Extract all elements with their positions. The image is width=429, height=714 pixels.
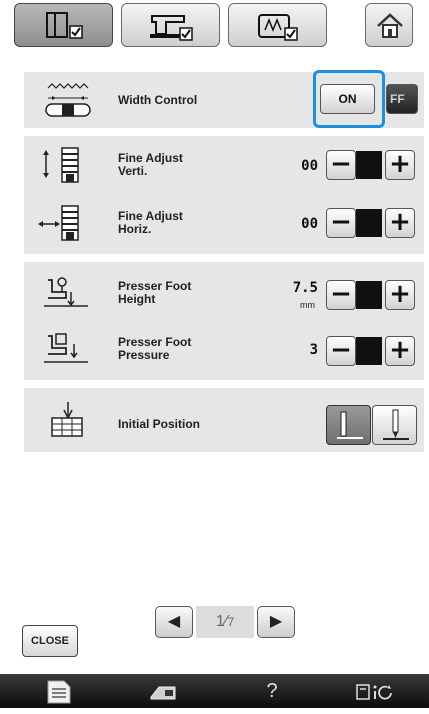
presser-foot-height-unit: mm [300, 300, 315, 310]
presser-foot-pressure-value: 3 [309, 342, 318, 358]
home-icon [377, 13, 403, 38]
presser-foot-height-icon [44, 277, 88, 307]
fine-adjust-vert-minus-button[interactable]: − [326, 150, 356, 180]
home-button[interactable] [365, 3, 413, 47]
presser-foot-pressure-minus-button[interactable]: − [326, 336, 356, 366]
stepper-divider [356, 337, 382, 365]
horizontal-adjust-icon [38, 205, 79, 241]
fine-adjust-horiz-label: Fine Adjust Horiz. [118, 210, 183, 236]
width-control-label: Width Control [118, 93, 198, 107]
width-control-off-button[interactable]: FF [386, 84, 418, 114]
stepper-divider [356, 209, 382, 237]
needle-up-icon [337, 411, 363, 439]
presser-foot-height-minus-button[interactable]: − [326, 280, 356, 310]
stepper-divider [356, 281, 382, 309]
document-icon [47, 680, 71, 704]
initial-position-up-button[interactable] [326, 405, 371, 445]
presser-foot-icon [150, 686, 176, 700]
machine-settings-icon [46, 12, 83, 39]
presser-foot-height-label: Presser Foot Height [118, 280, 191, 306]
presser-foot-height-value: 7.5 [292, 280, 318, 296]
page-indicator: 1⁄7 [196, 606, 254, 638]
fine-adjust-horiz-value: 00 [301, 216, 318, 232]
fine-adjust-horiz-label-line2: Horiz. [118, 222, 152, 236]
manual-button[interactable] [8, 677, 108, 706]
fine-adjust-vert-value: 00 [301, 158, 318, 174]
pattern-info-icon [356, 684, 392, 700]
bottom-bar: ? [0, 674, 429, 708]
fine-adjust-vert-label: Fine Adjust Verti. [118, 152, 183, 178]
close-button[interactable]: CLOSE [22, 625, 78, 657]
vertical-adjust-icon [43, 147, 79, 183]
fine-adjust-horiz-minus-button[interactable]: − [326, 208, 356, 238]
next-page-button[interactable]: ▶ [257, 606, 295, 638]
page-total: 7 [227, 615, 235, 629]
embroidery-frame-icon [258, 14, 298, 41]
initial-position-label: Initial Position [118, 417, 201, 431]
help-button[interactable]: ? [222, 677, 322, 706]
page-current: 1 [215, 613, 225, 630]
fine-adjust-horiz-plus-button[interactable]: + [385, 208, 415, 238]
presser-foot-pressure-icon [44, 333, 88, 363]
pattern-explanation-button[interactable] [329, 677, 429, 706]
needle-down-icon [383, 409, 409, 440]
triangle-left-icon: ◀ [167, 613, 181, 630]
initial-position-down-button[interactable] [372, 405, 417, 445]
utility-settings-tab[interactable] [14, 3, 113, 47]
presser-foot-height-plus-button[interactable]: + [385, 280, 415, 310]
embroidery-settings-tab[interactable] [228, 3, 327, 47]
fine-adjust-vert-label-line2: Verti. [118, 164, 148, 178]
fine-adjust-vert-plus-button[interactable]: + [385, 150, 415, 180]
width-control-icon [45, 83, 91, 117]
presser-foot-pressure-label-line2: Pressure [118, 348, 170, 362]
initial-position-icon [51, 402, 83, 437]
presser-foot-pressure-label: Presser Foot Pressure [118, 336, 191, 362]
selection-highlight [313, 70, 385, 128]
sewing-settings-tab[interactable] [121, 3, 220, 47]
previous-page-button[interactable]: ◀ [155, 606, 193, 638]
presser-foot-lift-button[interactable] [115, 677, 215, 706]
presser-foot-pressure-plus-button[interactable]: + [385, 336, 415, 366]
stepper-divider [356, 151, 382, 179]
sewing-machine-icon [150, 15, 193, 41]
presser-foot-height-label-line2: Height [118, 292, 156, 306]
triangle-right-icon: ▶ [269, 613, 283, 630]
